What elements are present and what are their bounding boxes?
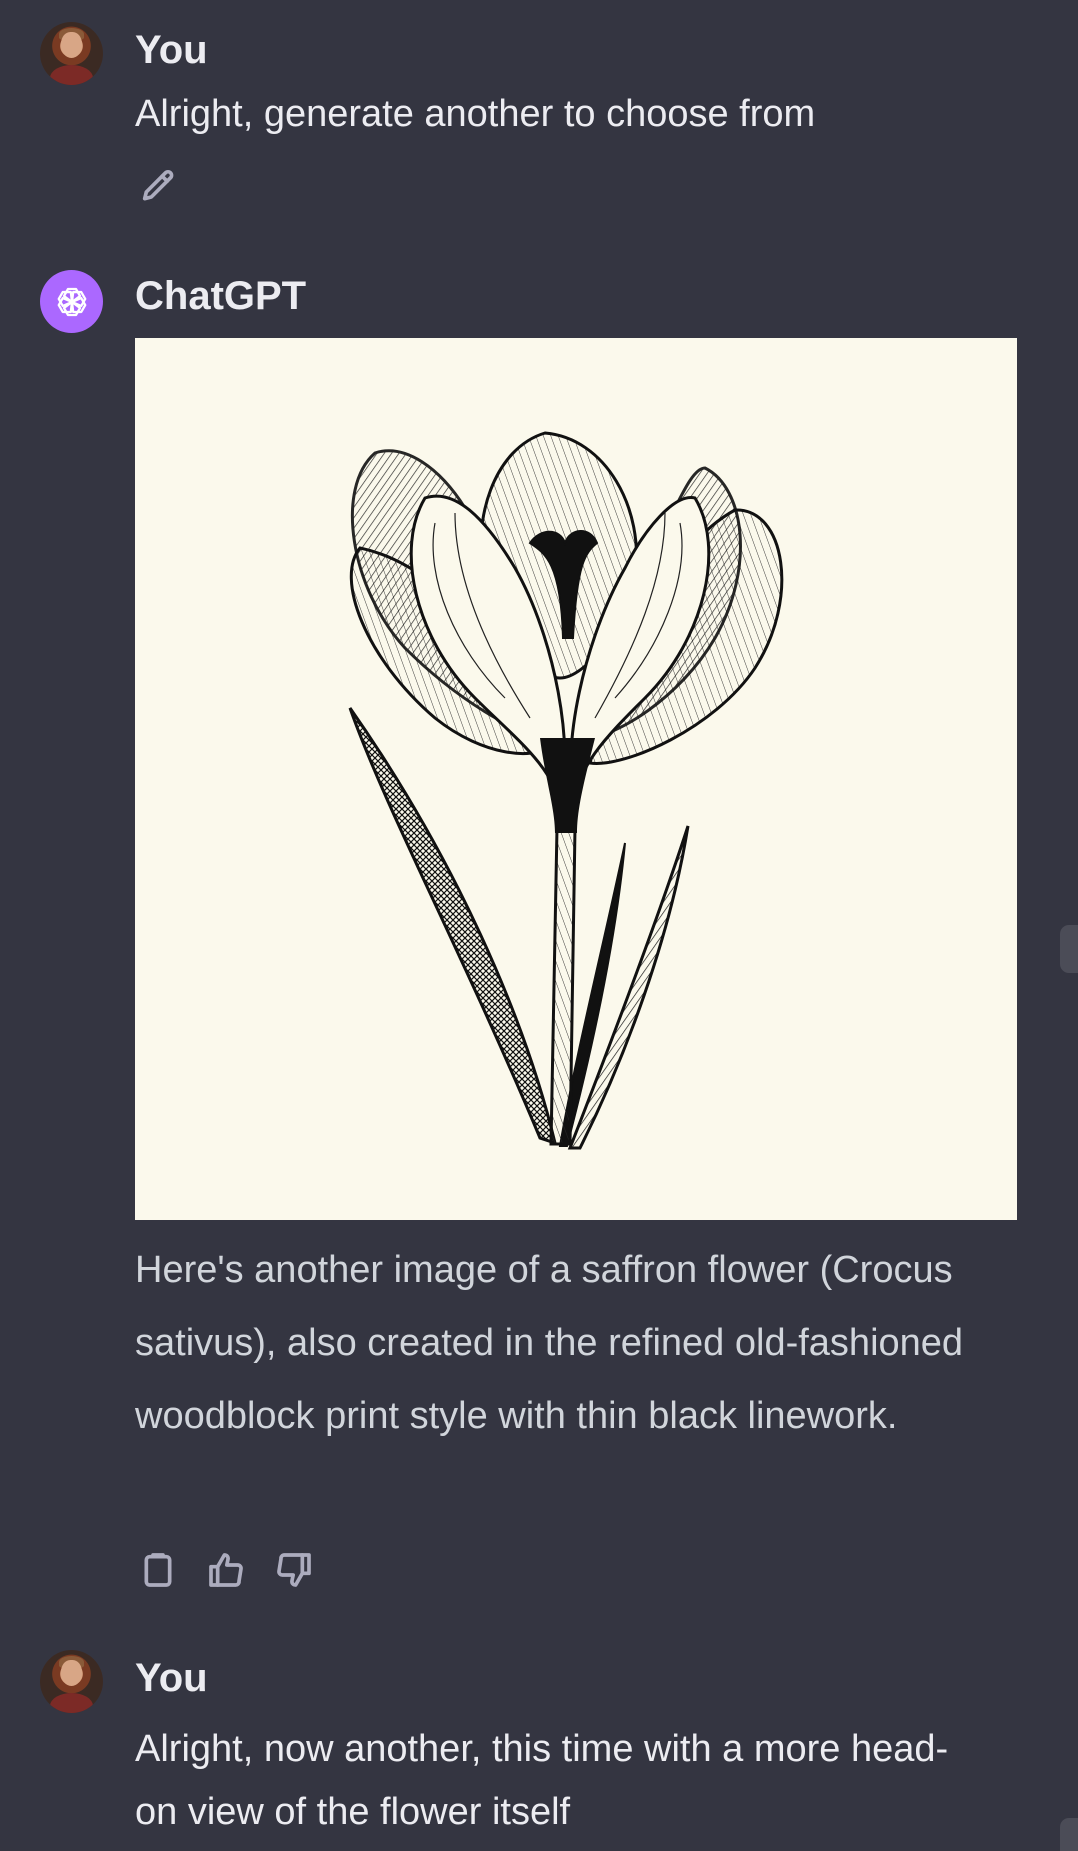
openai-logo-icon bbox=[57, 287, 86, 316]
message-text: Alright, now another, this time with a m… bbox=[135, 1728, 949, 1833]
user-avatar bbox=[40, 22, 103, 85]
copy-icon bbox=[144, 1553, 172, 1587]
edit-icon bbox=[142, 169, 174, 201]
author-name: You bbox=[135, 28, 208, 72]
message-text: Here's another image of a saffron flower… bbox=[135, 1249, 964, 1437]
chat-thread: You Alright, generate another to choose … bbox=[0, 0, 1078, 1851]
edit-button[interactable] bbox=[136, 165, 180, 209]
message-text: Alright, generate another to choose from bbox=[135, 93, 816, 135]
user-avatar bbox=[40, 1650, 103, 1713]
saffron-flower-illustration bbox=[348, 431, 784, 1150]
generated-image[interactable] bbox=[135, 338, 1017, 1220]
scrollbar-track-end[interactable] bbox=[1060, 1818, 1078, 1851]
copy-button[interactable] bbox=[136, 1548, 180, 1592]
thumbs-up-button[interactable] bbox=[204, 1548, 248, 1592]
scrollbar-thumb[interactable] bbox=[1060, 925, 1078, 973]
thumbs-down-button[interactable] bbox=[272, 1548, 316, 1592]
chatgpt-avatar bbox=[40, 270, 103, 333]
thumbs-down-icon bbox=[277, 1553, 311, 1587]
author-name: You bbox=[135, 1656, 208, 1700]
thumbs-up-icon bbox=[209, 1553, 243, 1587]
author-name: ChatGPT bbox=[135, 274, 307, 318]
